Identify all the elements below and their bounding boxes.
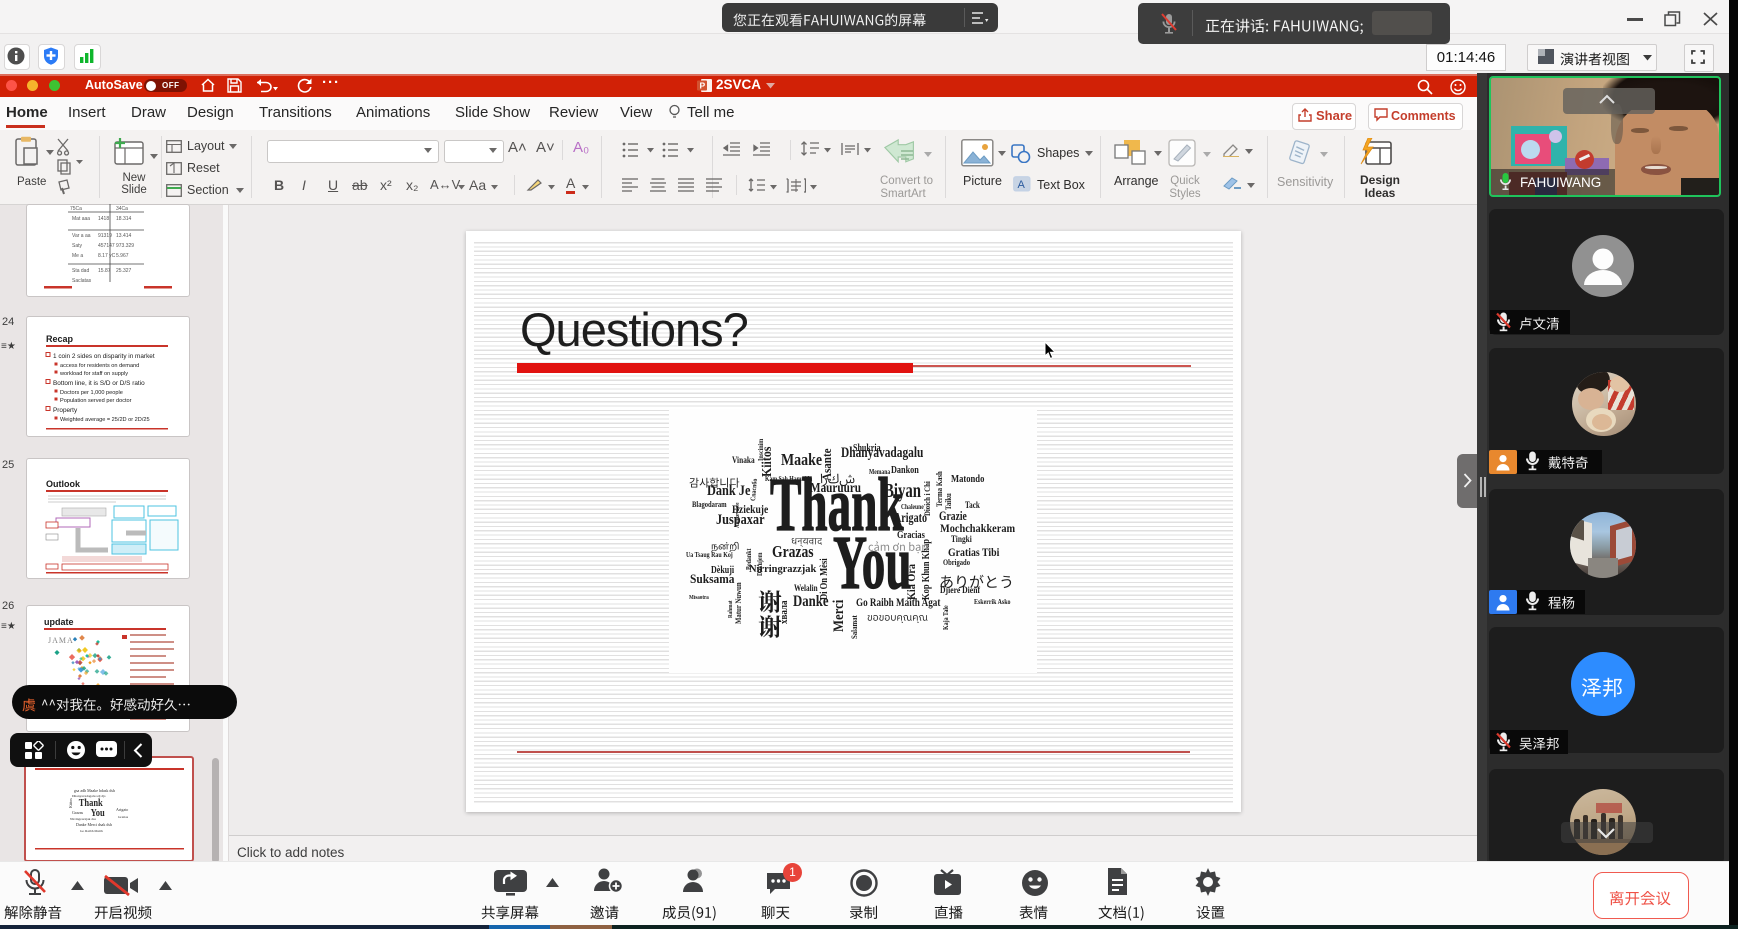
svg-text:34Ca: 34Ca [116, 206, 128, 212]
svg-text:5.967: 5.967 [116, 253, 129, 259]
svg-text:15.87: 15.87 [98, 268, 111, 274]
svg-text:Go Raibh Maith: Go Raibh Maith [80, 829, 103, 833]
svg-text:457147: 457147 [98, 243, 115, 249]
svg-text:Mat aaa: Mat aaa [72, 216, 90, 222]
svg-text:Var a aa: Var a aa [72, 233, 91, 239]
svg-text:gsa adh Maake hdask dsh: gsa adh Maake hdask dsh [74, 788, 115, 793]
svg-text:13.414: 13.414 [116, 233, 132, 239]
svg-text:Doctors per 1,000 people: Doctors per 1,000 people [60, 390, 123, 396]
svg-text:access for residents on demand: access for residents on demand [60, 363, 139, 369]
svg-text:Saty: Saty [72, 243, 83, 249]
svg-text:Recap: Recap [46, 334, 74, 344]
svg-text:973.329: 973.329 [116, 243, 134, 249]
svg-text:update: update [44, 617, 74, 627]
svg-text:Grazas: Grazas [72, 810, 84, 815]
svg-text:Population served per doctor: Population served per doctor [60, 398, 132, 404]
svg-text:P: P [700, 81, 706, 91]
svg-text:Me a: Me a [72, 253, 83, 259]
svg-text:Weighted average = 25/2D or 2D: Weighted average = 25/2D or 2D/25 [60, 417, 150, 423]
svg-text:Danke Merci dsak dsh: Danke Merci dsak dsh [76, 822, 112, 827]
svg-text:Gratias: Gratias [118, 815, 129, 819]
svg-text:Saclatas: Saclatas [72, 278, 92, 284]
svg-text:1 coin 2 sides on disparity in: 1 coin 2 sides on disparity in market [53, 353, 155, 360]
svg-text:Dhanyavadagalu sdj djs: Dhanyavadagalu sdj djs [72, 794, 106, 798]
svg-text:Nirringrazzjak dsa: Nirringrazzjak dsa [70, 817, 96, 821]
svg-text:Property: Property [53, 407, 78, 414]
svg-text:Arigato: Arigato [116, 807, 128, 812]
svg-text:Bottom line, it is S/D or D/S: Bottom line, it is S/D or D/S ratio [53, 380, 145, 387]
svg-text:Kiitos: Kiitos [68, 798, 73, 808]
svg-text:Outlook: Outlook [46, 479, 81, 489]
svg-text:75Ca: 75Ca [70, 206, 82, 212]
svg-text:25.327: 25.327 [116, 268, 132, 274]
svg-text:workload for staff on supply: workload for staff on supply [59, 371, 128, 377]
svg-text:18.314: 18.314 [116, 216, 132, 222]
svg-text:Sta dad: Sta dad [72, 268, 89, 274]
svg-text:1418: 1418 [98, 216, 109, 222]
svg-text:JAMA: JAMA [48, 636, 74, 645]
svg-text:8.17 yC: 8.17 yC [98, 253, 116, 259]
svg-text:A: A [1018, 179, 1026, 191]
svg-text:91319: 91319 [98, 233, 112, 239]
